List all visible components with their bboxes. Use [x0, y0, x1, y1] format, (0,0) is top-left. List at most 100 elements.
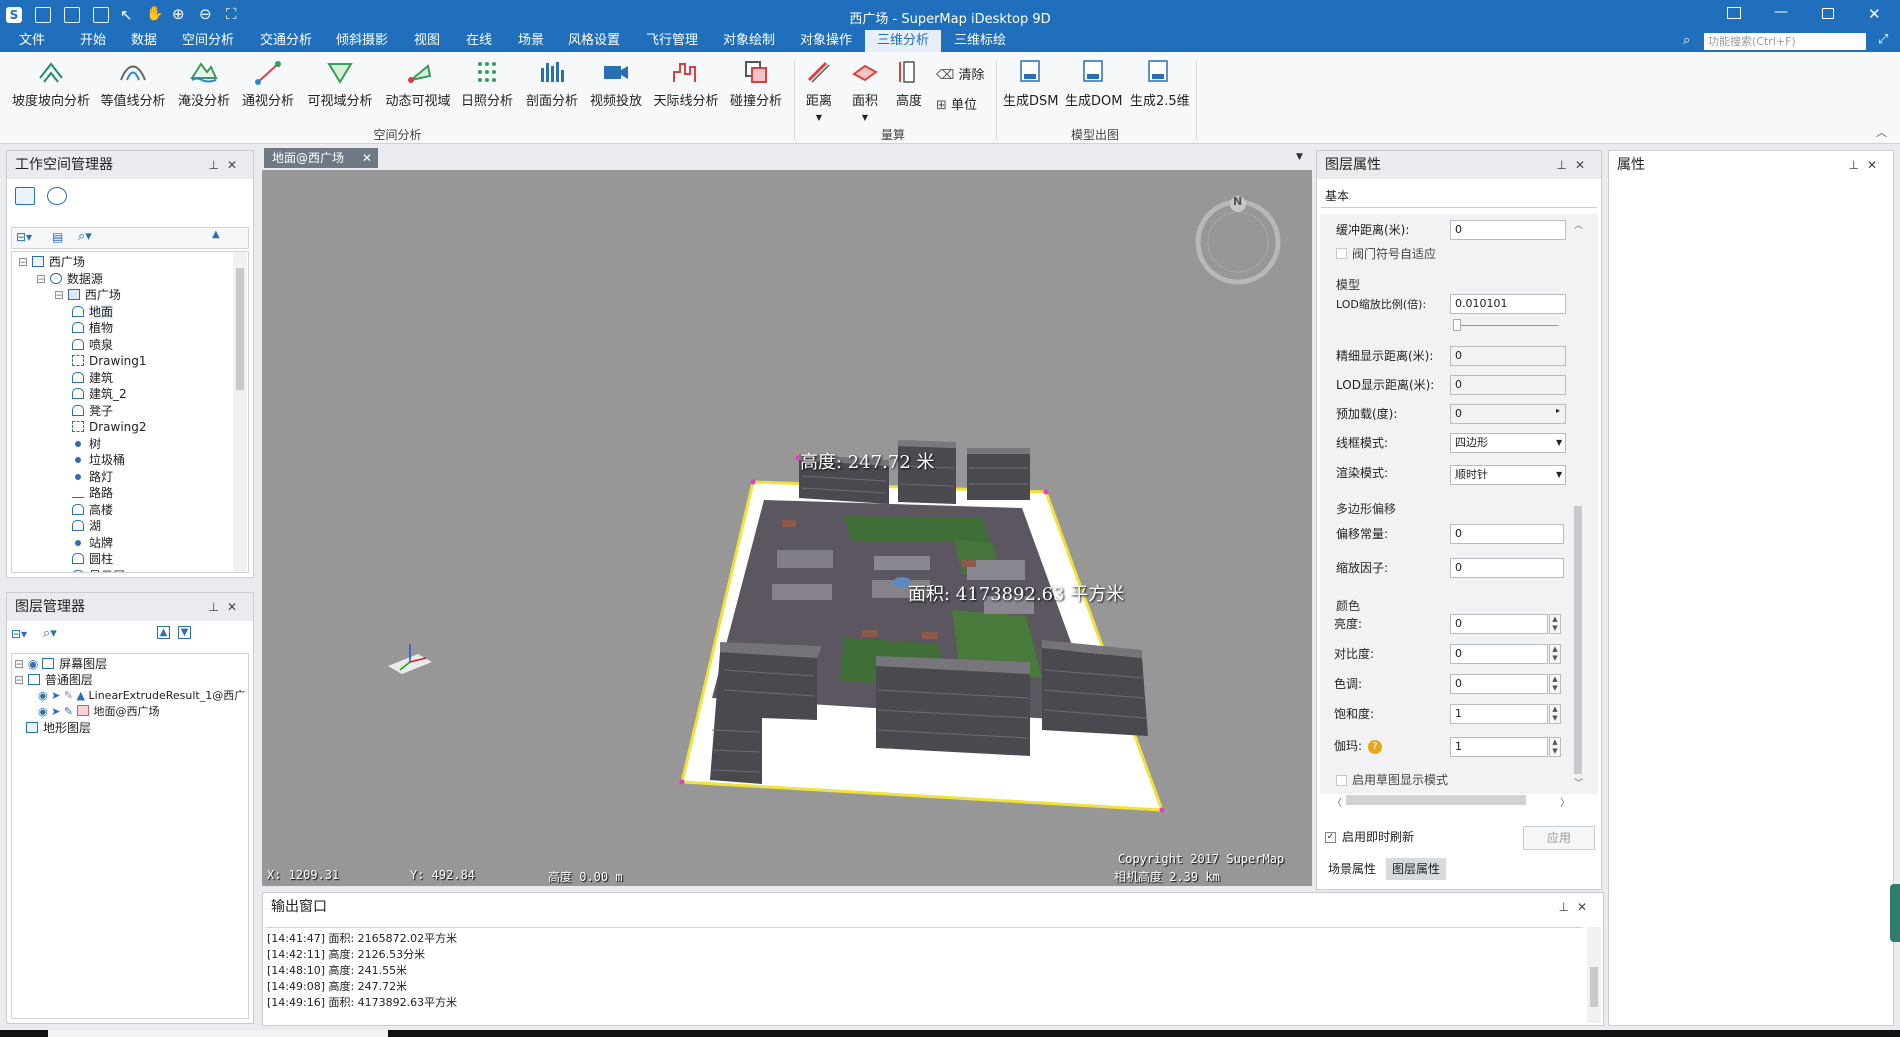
tree-item[interactable]: ⊟ 西广场 [18, 254, 85, 270]
menu-online[interactable]: 在线 [464, 30, 494, 52]
dropdown-arrow-icon[interactable]: ▼ [1556, 470, 1562, 479]
hue-input[interactable]: 0 [1450, 674, 1548, 694]
tree-item[interactable]: 植物 [72, 320, 113, 336]
panel-controls[interactable]: ⊥✕ [1848, 151, 1885, 179]
menu-data[interactable]: 数据 [129, 30, 159, 52]
gamma-input[interactable]: 1 [1450, 737, 1548, 757]
panel-controls[interactable]: ⊥✕ [208, 593, 245, 621]
menu-draw-object[interactable]: 对象绘制 [721, 30, 777, 52]
props-hscroll[interactable]: 〈 〉 [1330, 792, 1570, 809]
unit-button[interactable]: ⊞ 单位 [936, 94, 977, 113]
sketch-checkbox[interactable] [1336, 775, 1347, 786]
dropdown-arrow-icon[interactable]: ▼ [1556, 438, 1562, 447]
viewshed-button[interactable]: 可视域分析 [304, 58, 376, 120]
move-down-icon[interactable]: ▼ [178, 626, 191, 639]
tree-item[interactable]: 地面 [72, 304, 114, 320]
menu-file[interactable]: 文件 [17, 30, 47, 52]
tree-item[interactable]: 建筑 [72, 370, 113, 386]
add-layer-icon[interactable]: ⊟▾ [11, 627, 27, 641]
layer-row-extrude[interactable]: ◉ ➤ ✎ ▲ LinearExtrudeResult_1@西广 [38, 688, 245, 704]
video-projection-button[interactable]: 视频投放 [588, 58, 644, 120]
menu-oblique-photo[interactable]: 倾斜摄影 [334, 30, 390, 52]
preload-arrow-icon[interactable]: ▸ [1556, 406, 1560, 415]
offset-const-input[interactable]: 0 [1450, 524, 1564, 544]
tree-item[interactable]: 路灯 [72, 469, 113, 485]
profile-button[interactable]: 剖面分析 [523, 58, 581, 120]
side-dock-handle[interactable] [1890, 884, 1900, 942]
close-button[interactable]: ✕ [1868, 5, 1881, 23]
saturation-spinner[interactable]: ▲ ▼ [1549, 704, 1561, 724]
up-arrow-icon[interactable]: ▲ [212, 229, 220, 240]
selectable-icon[interactable]: ➤ [51, 689, 64, 702]
measure-area-button[interactable]: 面积 ▼ [848, 58, 882, 122]
tree-item[interactable]: 凳子 [72, 403, 113, 419]
menu-start[interactable]: 开始 [78, 30, 108, 52]
props-vscroll[interactable]: ︿ ﹀ [1572, 216, 1584, 790]
scrollbar-thumb[interactable] [236, 268, 244, 390]
gen-dsm-button[interactable]: 生成DSM [1003, 58, 1058, 120]
scroll-down-icon[interactable]: ﹀ [1574, 776, 1583, 789]
collapse-icon[interactable]: ⊟ [54, 288, 68, 302]
minimize-button[interactable]: — [1774, 4, 1788, 20]
tree-item[interactable]: 垃圾桶 [72, 452, 125, 468]
tree-item[interactable]: 圆柱 [72, 551, 113, 567]
tab-basic[interactable]: 基本 [1325, 187, 1349, 204]
selectable-icon[interactable]: ➤ [51, 705, 64, 718]
scroll-right-icon[interactable]: 〉 [1560, 794, 1570, 809]
search-input[interactable]: 功能搜索(Ctrl+F) [1704, 33, 1866, 50]
workspace-tab-icon[interactable] [15, 187, 35, 205]
find-icon[interactable]: ⌕▾ [78, 229, 92, 244]
tree-item[interactable]: ⊟ 数据源 [36, 271, 103, 287]
find-layer-icon[interactable]: ⌕▾ [43, 626, 57, 641]
tree-item[interactable]: Drawing2 [72, 419, 147, 435]
menu-traffic-analysis[interactable]: 交通分析 [258, 30, 314, 52]
line-of-sight-button[interactable]: 通视分析 [240, 58, 296, 120]
panel-controls[interactable]: ⊥✕ [208, 151, 245, 179]
visible-eye-icon[interactable]: ◉ [38, 705, 51, 718]
tree-item[interactable]: Drawing1 [72, 353, 147, 369]
layer-row-screen[interactable]: ⊟ ◉ 屏幕图层 [14, 656, 107, 672]
output-scrollbar[interactable] [1587, 927, 1601, 1023]
dynamic-viewshed-button[interactable]: 动态可视域 [383, 58, 453, 120]
buffer-input[interactable]: 0 [1450, 220, 1566, 240]
layer-row-terrain[interactable]: 地形图层 [26, 720, 91, 736]
layer-row-normal[interactable]: ⊟ 普通图层 [14, 672, 93, 688]
layer-row-ground[interactable]: ◉ ➤ ✎ 地面@西广场 [38, 704, 160, 720]
scroll-left-icon[interactable]: 〈 [1332, 794, 1342, 809]
brightness-input[interactable]: 0 [1450, 614, 1548, 634]
ribbon-collapse-icon[interactable] [1727, 7, 1741, 19]
saturation-input[interactable]: 1 [1450, 704, 1548, 724]
fine-dist-input[interactable]: 0 [1450, 346, 1566, 366]
maximize-button[interactable] [1822, 8, 1834, 19]
contrast-input[interactable]: 0 [1450, 644, 1548, 664]
tab-scene-props[interactable]: 场景属性 [1322, 858, 1382, 880]
ribbon-collapse-arrow-icon[interactable]: ︿ [1876, 124, 1887, 140]
tree-item[interactable]: 显示屏 [72, 568, 125, 572]
lod-slider[interactable] [1453, 319, 1558, 331]
tree-item[interactable]: 路路 [72, 485, 113, 501]
menu-spatial-analysis[interactable]: 空间分析 [180, 30, 236, 52]
scene-viewport[interactable]: N 高度: 247.72 米 面积: 4173892.63 平方米 X: 120… [262, 170, 1312, 886]
tree-item[interactable]: ⊟ 西广场 [54, 287, 121, 303]
tab-layer-props[interactable]: 图层属性 [1386, 858, 1447, 880]
panel-controls[interactable]: ⊥✕ [1556, 151, 1593, 179]
slope-aspect-button[interactable]: 坡度坡向分析 [10, 58, 92, 120]
open-workspace-icon[interactable]: ⊟▾ [16, 230, 32, 244]
tree-item[interactable]: 树 [72, 436, 101, 452]
lod-slider-thumb[interactable] [1453, 319, 1461, 331]
menu-3d-plot[interactable]: 三维标绘 [952, 30, 1008, 52]
lod-input[interactable]: 0.010101 [1450, 294, 1566, 314]
menu-flight[interactable]: 飞行管理 [644, 30, 700, 52]
preload-input[interactable]: 0 [1450, 404, 1566, 424]
tab-close-icon[interactable]: ✕ [362, 148, 372, 168]
new-datasource-icon[interactable]: ▤ [52, 230, 63, 244]
move-up-icon[interactable]: ▲ [157, 626, 170, 639]
resource-tab-icon[interactable] [47, 187, 67, 205]
valve-checkbox[interactable] [1336, 248, 1347, 259]
tab-list-dropdown-icon[interactable]: ▼ [1296, 152, 1303, 162]
brightness-spinner[interactable]: ▲ ▼ [1549, 614, 1561, 634]
scroll-up-icon[interactable]: ︿ [1574, 218, 1583, 231]
hue-spinner[interactable]: ▲ ▼ [1549, 674, 1561, 694]
apply-button[interactable]: 应用 [1523, 826, 1595, 850]
help-icon[interactable]: ? [1368, 740, 1382, 754]
